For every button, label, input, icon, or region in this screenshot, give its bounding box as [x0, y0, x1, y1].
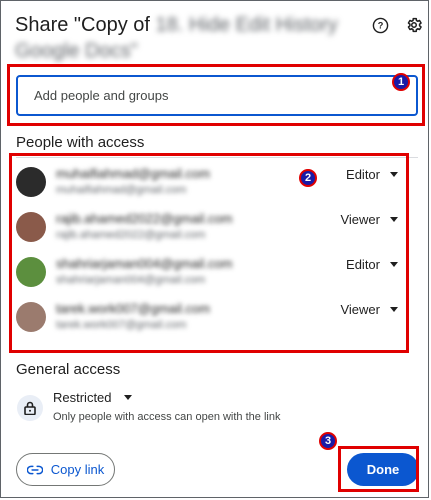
annotation-box-2: [9, 153, 409, 353]
annotation-box-1: [7, 64, 425, 126]
general-access-description: Only people with access can open with th…: [53, 411, 281, 423]
title-blurred-filename-line2: Google Docs": [15, 40, 138, 62]
annotation-badge-2: 2: [299, 169, 317, 187]
general-access-setting: Restricted: [53, 390, 112, 405]
dialog-title: Share "Copy of 18. Hide Edit History Goo…: [15, 12, 355, 64]
annotation-badge-1: 1: [392, 73, 410, 91]
general-access-dropdown[interactable]: Restricted: [53, 390, 132, 405]
copy-link-label: Copy link: [50, 462, 105, 477]
title-prefix: Share "Copy of: [15, 14, 150, 36]
people-with-access-heading: People with access: [16, 134, 145, 151]
svg-text:?: ?: [377, 20, 383, 30]
gear-icon[interactable]: [405, 16, 423, 34]
annotation-box-3: [338, 446, 419, 492]
chevron-down-icon: [123, 395, 132, 400]
general-access-heading: General access: [16, 361, 121, 378]
annotation-badge-3: 3: [319, 432, 337, 450]
link-icon: [26, 465, 43, 474]
lock-icon: [17, 395, 43, 421]
title-blurred-filename: 18. Hide Edit History: [155, 14, 338, 36]
copy-link-button[interactable]: Copy link: [16, 453, 115, 486]
help-icon[interactable]: ?: [371, 16, 389, 34]
